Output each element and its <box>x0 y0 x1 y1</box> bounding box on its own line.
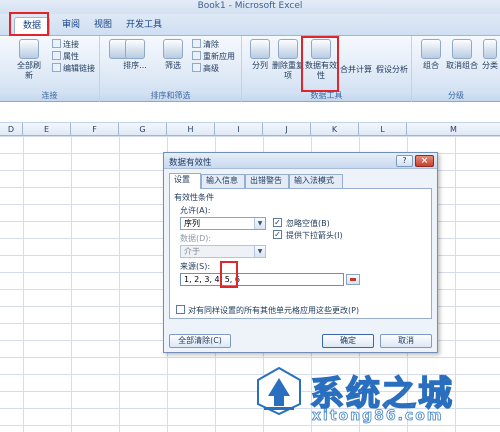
column-headers: D E F G H I J K L M <box>0 123 500 136</box>
window-title: Book1 - Microsoft Excel <box>197 1 303 11</box>
advanced-icon <box>192 63 201 72</box>
settings-panel: 有效性条件 允许(A): 序列 ▼ ✓ 忽略空值(B) ✓ 提供下拉箭头(I) … <box>169 188 432 319</box>
group-label-connections: 连接 <box>0 90 99 101</box>
column-header-m[interactable]: M <box>407 123 500 136</box>
highlight-box-source-value <box>220 261 238 288</box>
watermark-url: xitong86.com <box>312 408 444 425</box>
tab-settings[interactable]: 设置 <box>169 173 201 189</box>
subtotal-icon <box>483 39 497 59</box>
group-connections: 全部刷新 连接 属性 编辑链接 连接 <box>0 36 100 102</box>
reapply-button[interactable]: 重新应用 <box>192 51 235 62</box>
dialog-title: 数据有效性 <box>169 158 212 168</box>
data-validation-dialog: 数据有效性 ? × 设置 输入信息 出错警告 输入法模式 有效性条件 允许(A)… <box>163 152 438 353</box>
edit-links-icon <box>52 63 61 72</box>
advanced-button[interactable]: 高级 <box>192 63 219 74</box>
group-icon <box>421 39 441 59</box>
refresh-all-button[interactable]: 全部刷新 <box>14 39 44 81</box>
reapply-icon <box>192 51 201 60</box>
group-button[interactable]: 组合 <box>416 39 446 71</box>
tab-input-message[interactable]: 输入信息 <box>201 174 245 188</box>
subtotal-button[interactable]: 分类 <box>480 39 500 71</box>
criteria-label: 有效性条件 <box>174 193 214 202</box>
in-cell-dropdown-label: 提供下拉箭头(I) <box>286 231 343 240</box>
group-label-outline: 分级 <box>412 90 500 101</box>
ribbon-tab-bar: 数据 审阅 视图 开发工具 <box>0 14 500 36</box>
text-to-columns-icon <box>250 39 270 59</box>
remove-duplicates-icon <box>278 39 298 59</box>
ignore-blank-label: 忽略空值(B) <box>286 219 330 228</box>
filter-button[interactable]: 筛选 <box>158 39 188 71</box>
ribbon: 全部刷新 连接 属性 编辑链接 连接 排序... 筛选 清除 重新应用 高级 排… <box>0 36 500 102</box>
sort-icon <box>125 39 145 59</box>
tab-review[interactable]: 审阅 <box>54 17 88 36</box>
connections-button[interactable]: 连接 <box>52 39 79 50</box>
close-button[interactable]: × <box>415 155 434 167</box>
highlight-box-data-validation <box>301 36 339 92</box>
cancel-button[interactable]: 取消 <box>380 334 432 348</box>
remove-duplicates-button[interactable]: 删除重复项 <box>272 39 304 81</box>
clear-all-button[interactable]: 全部清除(C) <box>169 334 231 348</box>
column-header-f[interactable]: F <box>71 123 119 136</box>
title-bar: Book1 - Microsoft Excel <box>0 0 500 14</box>
edit-links-button[interactable]: 编辑链接 <box>52 63 95 74</box>
dialog-title-bar[interactable]: 数据有效性 ? × <box>164 153 437 169</box>
ok-button[interactable]: 确定 <box>322 334 374 348</box>
group-outline: 组合 取消组合 分类 分级 <box>412 36 500 102</box>
allow-label: 允许(A): <box>180 206 211 215</box>
source-input[interactable]: 1, 2, 3, 4, 5, 6 <box>180 273 344 286</box>
link-icon <box>52 39 61 48</box>
allow-select[interactable]: 序列 ▼ <box>180 217 266 230</box>
properties-icon <box>52 51 61 60</box>
ungroup-icon <box>452 39 472 59</box>
what-if-button[interactable]: 假设分析 <box>376 64 408 75</box>
apply-all-label: 对有同样设置的所有其他单元格应用这些更改(P) <box>188 306 360 315</box>
refresh-icon <box>19 39 39 59</box>
highlight-box-data-tab <box>9 12 49 36</box>
tab-error-alert[interactable]: 出错警告 <box>245 174 289 188</box>
text-to-columns-button[interactable]: 分列 <box>245 39 275 71</box>
ungroup-button[interactable]: 取消组合 <box>446 39 478 71</box>
data-select: 介于 ▼ <box>180 245 266 258</box>
tab-developer[interactable]: 开发工具 <box>118 17 170 36</box>
ignore-blank-checkbox[interactable]: ✓ <box>273 218 282 227</box>
column-header-k[interactable]: K <box>311 123 359 136</box>
column-header-h[interactable]: H <box>167 123 215 136</box>
properties-button[interactable]: 属性 <box>52 51 79 62</box>
filter-icon <box>163 39 183 59</box>
source-label: 来源(S): <box>180 262 211 271</box>
watermark-logo-icon <box>257 366 301 416</box>
column-header-j[interactable]: J <box>263 123 311 136</box>
chevron-down-icon: ▼ <box>254 246 265 257</box>
tab-ime-mode[interactable]: 输入法模式 <box>289 174 343 188</box>
clear-icon <box>192 39 201 48</box>
column-header-i[interactable]: I <box>215 123 263 136</box>
tab-view[interactable]: 视图 <box>86 17 120 36</box>
collapse-dialog-button[interactable] <box>346 274 360 285</box>
group-sort-filter: 排序... 筛选 清除 重新应用 高级 排序和筛选 <box>100 36 242 102</box>
consolidate-button[interactable]: 合并计算 <box>340 64 372 75</box>
column-header-g[interactable]: G <box>119 123 167 136</box>
clear-filter-button[interactable]: 清除 <box>192 39 219 50</box>
help-button[interactable]: ? <box>396 155 413 167</box>
sort-button[interactable]: 排序... <box>120 39 150 71</box>
apply-all-checkbox[interactable] <box>176 305 185 314</box>
column-header-d[interactable]: D <box>0 123 23 136</box>
column-header-e[interactable]: E <box>23 123 71 136</box>
group-label-sort-filter: 排序和筛选 <box>100 90 241 101</box>
in-cell-dropdown-checkbox[interactable]: ✓ <box>273 230 282 239</box>
column-header-l[interactable]: L <box>359 123 407 136</box>
chevron-down-icon: ▼ <box>254 218 265 229</box>
data-label: 数据(D): <box>180 234 212 243</box>
formula-bar-area <box>0 102 500 123</box>
